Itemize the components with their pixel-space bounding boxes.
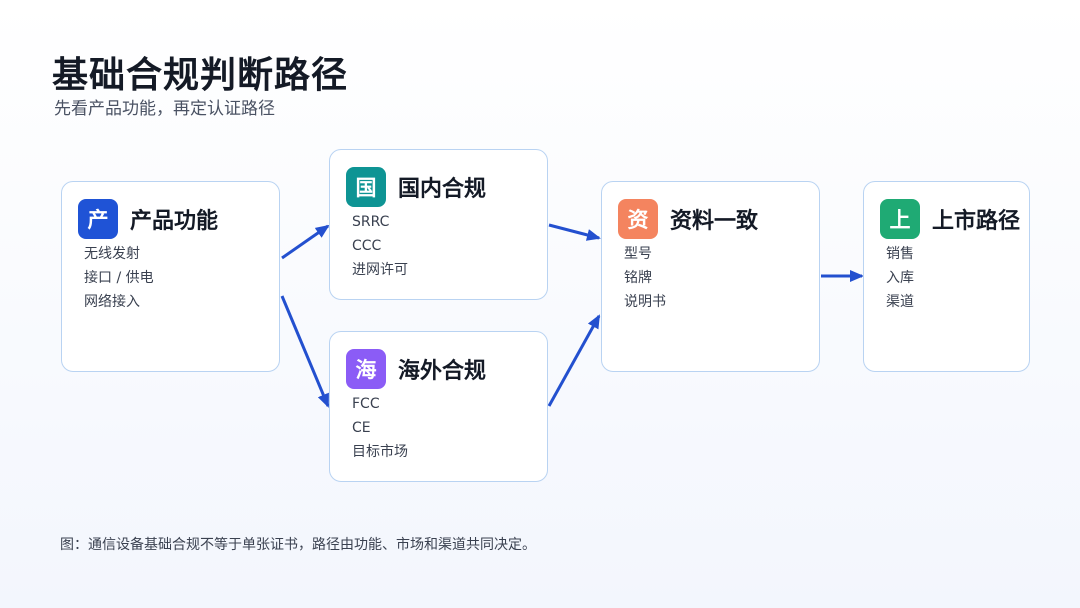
node-title: 资料一致 — [670, 209, 759, 234]
node-overseas-compliance: 海 海外合规 FCC CE 目标市场 — [329, 331, 548, 482]
node-item: 接口 / 供电 — [84, 270, 154, 286]
product-badge-icon: 产 — [78, 199, 118, 239]
node-item: 无线发射 — [84, 246, 140, 262]
node-item: CE — [352, 420, 371, 436]
arrow-domestic-to-docs — [548, 223, 601, 241]
node-launch-path: 上 上市路径 销售 入库 渠道 — [863, 181, 1030, 372]
figure-caption: 图：通信设备基础合规不等于单张证书，路径由功能、市场和渠道共同决定。 — [60, 537, 536, 553]
node-item: 销售 — [886, 246, 914, 262]
domestic-badge-icon: 国 — [346, 167, 386, 207]
node-title: 国内合规 — [398, 177, 487, 202]
node-product-function: 产 产品功能 无线发射 接口 / 供电 网络接入 — [61, 181, 280, 372]
node-title: 产品功能 — [130, 209, 219, 234]
node-item: 目标市场 — [352, 444, 408, 460]
node-document-consistency: 资 资料一致 型号 铭牌 说明书 — [601, 181, 820, 372]
overseas-badge-icon: 海 — [346, 349, 386, 389]
node-item: 型号 — [624, 246, 652, 262]
arrow-product-to-domestic — [281, 224, 330, 260]
node-item: 入库 — [886, 270, 914, 286]
node-item: 渠道 — [886, 294, 914, 310]
launch-badge-icon: 上 — [880, 199, 920, 239]
node-item: 铭牌 — [624, 270, 652, 286]
arrow-product-to-overseas — [280, 295, 330, 408]
node-title: 海外合规 — [398, 359, 487, 384]
node-item: 进网许可 — [352, 262, 408, 278]
arrow-overseas-to-docs — [547, 314, 601, 407]
node-domestic-compliance: 国 国内合规 SRRC CCC 进网许可 — [329, 149, 548, 300]
node-item: 说明书 — [624, 294, 666, 310]
node-title: 上市路径 — [932, 209, 1021, 234]
node-item: CCC — [352, 238, 382, 254]
docs-badge-icon: 资 — [618, 199, 658, 239]
node-item: FCC — [352, 396, 380, 412]
node-item: 网络接入 — [84, 294, 140, 310]
node-item: SRRC — [352, 214, 390, 230]
